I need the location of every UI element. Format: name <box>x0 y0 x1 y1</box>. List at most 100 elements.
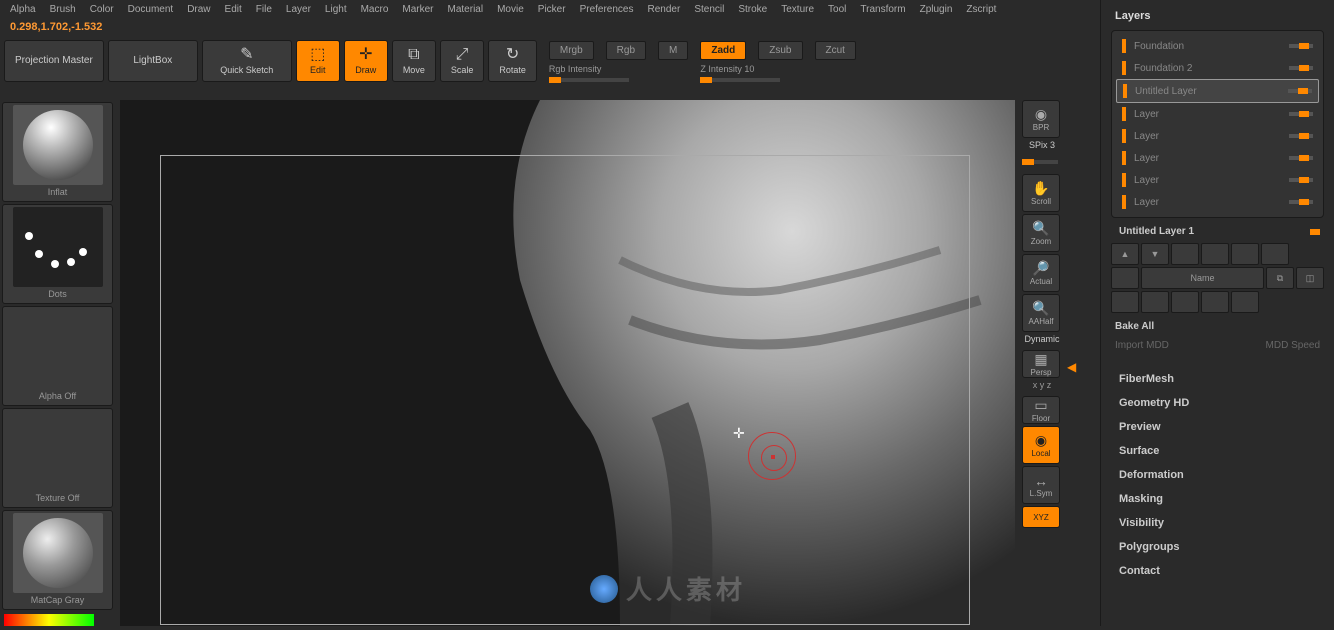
bpr-button[interactable]: ◉BPR <box>1022 100 1060 138</box>
menu-item-light[interactable]: Light <box>325 4 347 15</box>
menu-item-picker[interactable]: Picker <box>538 4 566 15</box>
layer-visibility-tick[interactable] <box>1122 173 1126 187</box>
layer-misc3-button[interactable] <box>1231 243 1259 265</box>
section-polygroups[interactable]: Polygroups <box>1119 535 1316 559</box>
name-layer-button[interactable]: Name <box>1141 267 1264 289</box>
move-mode-button[interactable]: ⧉ Move <box>392 40 436 82</box>
actual-button[interactable]: 🔎Actual <box>1022 254 1060 292</box>
layer-row[interactable]: Layer <box>1116 103 1319 125</box>
layer-row[interactable]: Layer <box>1116 169 1319 191</box>
layer-intensity-slider[interactable] <box>1289 66 1313 70</box>
new-layer-button[interactable] <box>1111 267 1139 289</box>
panel-drag-handle[interactable]: ◀ <box>1067 360 1079 380</box>
misc-button[interactable] <box>1231 291 1259 313</box>
mdd-speed-button[interactable]: MDD Speed <box>1266 340 1320 351</box>
menu-item-layer[interactable]: Layer <box>286 4 311 15</box>
menu-item-edit[interactable]: Edit <box>225 4 242 15</box>
projection-master-button[interactable]: Projection Master <box>4 40 104 82</box>
menu-item-tool[interactable]: Tool <box>828 4 846 15</box>
dup-layer-button[interactable]: ⧉ <box>1266 267 1294 289</box>
quick-sketch-button[interactable]: ✎ Quick Sketch <box>202 40 292 82</box>
menu-item-stencil[interactable]: Stencil <box>694 4 724 15</box>
section-masking[interactable]: Masking <box>1119 487 1316 511</box>
spix-slider[interactable] <box>1022 160 1058 164</box>
alpha-selector[interactable]: Alpha Off <box>2 306 113 406</box>
menu-item-zplugin[interactable]: Zplugin <box>920 4 953 15</box>
layer-row[interactable]: Foundation <box>1116 35 1319 57</box>
layer-visibility-tick[interactable] <box>1122 151 1126 165</box>
menu-item-material[interactable]: Material <box>448 4 484 15</box>
viewport-canvas[interactable]: ✛ 人人素材 <box>120 100 1015 626</box>
menu-item-transform[interactable]: Transform <box>860 4 905 15</box>
menu-item-render[interactable]: Render <box>648 4 681 15</box>
section-geometry-hd[interactable]: Geometry HD <box>1119 391 1316 415</box>
layer-intensity-slider[interactable] <box>1288 89 1312 93</box>
menu-item-texture[interactable]: Texture <box>781 4 814 15</box>
merge-vis-button[interactable] <box>1141 291 1169 313</box>
scale-mode-button[interactable]: ⤢ Scale <box>440 40 485 82</box>
delete-button[interactable] <box>1201 291 1229 313</box>
m-button[interactable]: M <box>658 41 688 60</box>
aahalf-button[interactable]: 🔍AAHalf <box>1022 294 1060 332</box>
z-intensity-slider[interactable] <box>700 78 780 82</box>
layer-intensity-slider[interactable] <box>1289 156 1313 160</box>
layer-misc2-button[interactable] <box>1201 243 1229 265</box>
menu-item-stroke[interactable]: Stroke <box>738 4 767 15</box>
layer-intensity-slider[interactable] <box>1289 112 1313 116</box>
menu-item-preferences[interactable]: Preferences <box>580 4 634 15</box>
menu-item-zscript[interactable]: Zscript <box>966 4 996 15</box>
layer-list[interactable]: FoundationFoundation 2Untitled LayerLaye… <box>1111 30 1324 218</box>
section-contact[interactable]: Contact <box>1119 559 1316 583</box>
rotate-mode-button[interactable]: ↻ Rotate <box>488 40 537 82</box>
scroll-button[interactable]: ✋Scroll <box>1022 174 1060 212</box>
layer-intensity-slider[interactable] <box>1289 178 1313 182</box>
edit-mode-button[interactable]: ⬚ Edit <box>296 40 340 82</box>
bake-all-button[interactable]: Bake All <box>1107 317 1328 336</box>
section-deformation[interactable]: Deformation <box>1119 463 1316 487</box>
layer-visibility-tick[interactable] <box>1122 195 1126 209</box>
material-selector[interactable]: MatCap Gray <box>2 510 113 610</box>
local-button[interactable]: ◉Local <box>1022 426 1060 464</box>
section-preview[interactable]: Preview <box>1119 415 1316 439</box>
draw-mode-button[interactable]: ✛ Draw <box>344 40 388 82</box>
floor-button[interactable]: ▭Floor <box>1022 396 1060 424</box>
menu-item-alpha[interactable]: Alpha <box>10 4 36 15</box>
rgb-intensity-slider[interactable] <box>549 78 629 82</box>
section-fibermesh[interactable]: FiberMesh <box>1119 367 1316 391</box>
layer-visibility-tick[interactable] <box>1122 107 1126 121</box>
texture-selector[interactable]: Texture Off <box>2 408 113 508</box>
mrgb-button[interactable]: Mrgb <box>549 41 594 60</box>
menu-item-draw[interactable]: Draw <box>187 4 210 15</box>
rgb-button[interactable]: Rgb <box>606 41 646 60</box>
layer-visibility-tick[interactable] <box>1122 39 1126 53</box>
zsub-button[interactable]: Zsub <box>758 41 802 60</box>
import-mdd-button[interactable]: Import MDD <box>1115 340 1169 351</box>
layer-misc4-button[interactable] <box>1261 243 1289 265</box>
layer-row[interactable]: Layer <box>1116 191 1319 213</box>
layer-visibility-tick[interactable] <box>1123 84 1127 98</box>
split-layer-button[interactable]: ◫ <box>1296 267 1324 289</box>
zcut-button[interactable]: Zcut <box>815 41 856 60</box>
menu-item-file[interactable]: File <box>256 4 272 15</box>
persp-button[interactable]: ▦Persp <box>1022 350 1060 378</box>
menu-item-marker[interactable]: Marker <box>402 4 433 15</box>
layer-up-button[interactable]: ▲ <box>1111 243 1139 265</box>
merge-down-button[interactable] <box>1111 291 1139 313</box>
brush-selector[interactable]: Inflat <box>2 102 113 202</box>
invert-button[interactable] <box>1171 291 1199 313</box>
layer-visibility-tick[interactable] <box>1122 61 1126 75</box>
layer-visibility-tick[interactable] <box>1122 129 1126 143</box>
menu-item-brush[interactable]: Brush <box>50 4 76 15</box>
spix-value[interactable]: SPix 3 <box>1022 140 1062 156</box>
section-visibility[interactable]: Visibility <box>1119 511 1316 535</box>
menu-item-color[interactable]: Color <box>90 4 114 15</box>
lsym-button[interactable]: ↔L.Sym <box>1022 466 1060 504</box>
current-layer-name[interactable]: Untitled Layer 1 <box>1111 222 1324 241</box>
zoom-button[interactable]: 🔍Zoom <box>1022 214 1060 252</box>
layer-intensity-slider[interactable] <box>1289 200 1313 204</box>
lightbox-button[interactable]: LightBox <box>108 40 198 82</box>
stroke-selector[interactable]: Dots <box>2 204 113 304</box>
section-surface[interactable]: Surface <box>1119 439 1316 463</box>
layer-misc1-button[interactable] <box>1171 243 1199 265</box>
menu-item-macro[interactable]: Macro <box>361 4 389 15</box>
